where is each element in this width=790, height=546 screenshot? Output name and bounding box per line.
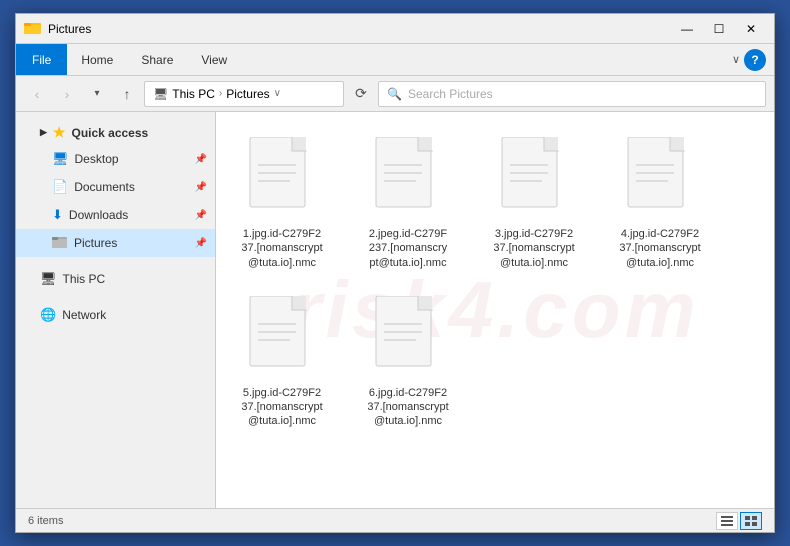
sidebar: ▶ ★ Quick access 🖥 Desktop 📌 📄 Documents… (16, 112, 216, 508)
sidebar-item-network[interactable]: 🌐 Network (16, 301, 215, 329)
sidebar-item-desktop[interactable]: 🖥 Desktop 📌 (16, 145, 215, 173)
window-title: Pictures (48, 22, 672, 36)
menu-bar: File Home Share View ∨ ? (16, 44, 774, 76)
search-icon: 🔍 (387, 87, 402, 101)
sidebar-item-documents[interactable]: 📄 Documents 📌 (16, 173, 215, 201)
help-button[interactable]: ? (744, 49, 766, 71)
file-item[interactable]: 1.jpg.id-C279F237.[nomanscrypt@tuta.io].… (232, 128, 332, 279)
search-box[interactable]: 🔍 Search Pictures (378, 81, 766, 107)
sidebar-item-this-pc[interactable]: 🖥 This PC (16, 265, 215, 293)
menu-view[interactable]: View (187, 44, 241, 75)
network-icon: 🌐 (40, 307, 56, 323)
view-large-icons-button[interactable] (740, 512, 762, 530)
status-count: 6 items (28, 515, 63, 527)
file-item[interactable]: 3.jpg.id-C279F237.[nomanscrypt@tuta.io].… (484, 128, 584, 279)
file-icon-3 (624, 137, 696, 223)
pin-icon-docs: 📌 (195, 182, 207, 193)
main-content: ▶ ★ Quick access 🖥 Desktop 📌 📄 Documents… (16, 112, 774, 508)
status-view-controls (716, 512, 762, 530)
address-bar: ‹ › ▾ ↑ 🖥 This PC › Pictures ∨ ⟳ 🔍 Searc… (16, 76, 774, 112)
files-grid: 1.jpg.id-C279F237.[nomanscrypt@tuta.io].… (232, 128, 758, 438)
pin-icon-downloads: 📌 (195, 210, 207, 221)
this-pc-icon: 🖥 (40, 271, 57, 287)
breadcrumb[interactable]: 🖥 This PC › Pictures ∨ (144, 81, 344, 107)
file-icon-0 (246, 137, 318, 223)
view-details-button[interactable] (716, 512, 738, 530)
breadcrumb-pictures: Pictures (226, 87, 269, 101)
file-name: 1.jpg.id-C279F237.[nomanscrypt@tuta.io].… (241, 227, 323, 270)
window-icon (24, 20, 42, 37)
file-name: 3.jpg.id-C279F237.[nomanscrypt@tuta.io].… (493, 227, 575, 270)
breadcrumb-pc-icon: 🖥 (153, 87, 168, 101)
menu-share[interactable]: Share (127, 44, 187, 75)
pictures-icon (52, 235, 68, 251)
maximize-button[interactable]: ☐ (704, 18, 734, 40)
status-bar: 6 items (16, 508, 774, 532)
up-button[interactable]: ↑ (114, 81, 140, 107)
title-bar-controls: — ☐ ✕ (672, 18, 766, 40)
title-bar: Pictures — ☐ ✕ (16, 14, 774, 44)
back-button[interactable]: ‹ (24, 81, 50, 107)
pin-icon: 📌 (195, 154, 207, 165)
menu-chevron-icon[interactable]: ∨ (732, 53, 740, 66)
recent-locations-button[interactable]: ▾ (84, 81, 110, 107)
file-name: 6.jpg.id-C279F237.[nomanscrypt@tuta.io].… (367, 386, 449, 429)
file-icon-4 (246, 296, 318, 382)
menu-file[interactable]: File (16, 44, 67, 75)
downloads-icon: ⬇ (52, 207, 63, 223)
minimize-button[interactable]: — (672, 18, 702, 40)
breadcrumb-chevron-icon: › (219, 88, 222, 99)
file-icon-5 (372, 296, 444, 382)
sidebar-item-downloads[interactable]: ⬇ Downloads 📌 (16, 201, 215, 229)
forward-button[interactable]: › (54, 81, 80, 107)
desktop-icon: 🖥 (52, 151, 69, 167)
sidebar-section-quick-access: ▶ ★ Quick access (16, 120, 215, 145)
quick-access-star-icon: ★ (53, 124, 66, 141)
file-item[interactable]: 2.jpeg.id-C279F237.[nomanscrypt@tuta.io]… (358, 128, 458, 279)
file-item[interactable]: 4.jpg.id-C279F237.[nomanscrypt@tuta.io].… (610, 128, 710, 279)
search-placeholder: Search Pictures (408, 87, 493, 101)
file-item[interactable]: 5.jpg.id-C279F237.[nomanscrypt@tuta.io].… (232, 287, 332, 438)
file-name: 5.jpg.id-C279F237.[nomanscrypt@tuta.io].… (241, 386, 323, 429)
file-name: 2.jpeg.id-C279F237.[nomanscrypt@tuta.io]… (367, 227, 449, 270)
file-item[interactable]: 6.jpg.id-C279F237.[nomanscrypt@tuta.io].… (358, 287, 458, 438)
sidebar-item-pictures[interactable]: Pictures 📌 (16, 229, 215, 257)
documents-icon: 📄 (52, 179, 68, 195)
breadcrumb-this-pc: This PC (172, 87, 215, 101)
file-icon-2 (498, 137, 570, 223)
file-icon-1 (372, 137, 444, 223)
refresh-button[interactable]: ⟳ (348, 81, 374, 107)
close-button[interactable]: ✕ (736, 18, 766, 40)
quick-access-chevron-icon: ▶ (40, 127, 47, 138)
file-area: risk4.com 1.jpg.id-C279F237.[ (216, 112, 774, 508)
breadcrumb-dropdown-icon[interactable]: ∨ (274, 88, 281, 99)
menu-bar-right: ∨ ? (732, 49, 774, 71)
file-name: 4.jpg.id-C279F237.[nomanscrypt@tuta.io].… (619, 227, 701, 270)
menu-home[interactable]: Home (67, 44, 127, 75)
pin-icon-pictures: 📌 (195, 238, 207, 249)
